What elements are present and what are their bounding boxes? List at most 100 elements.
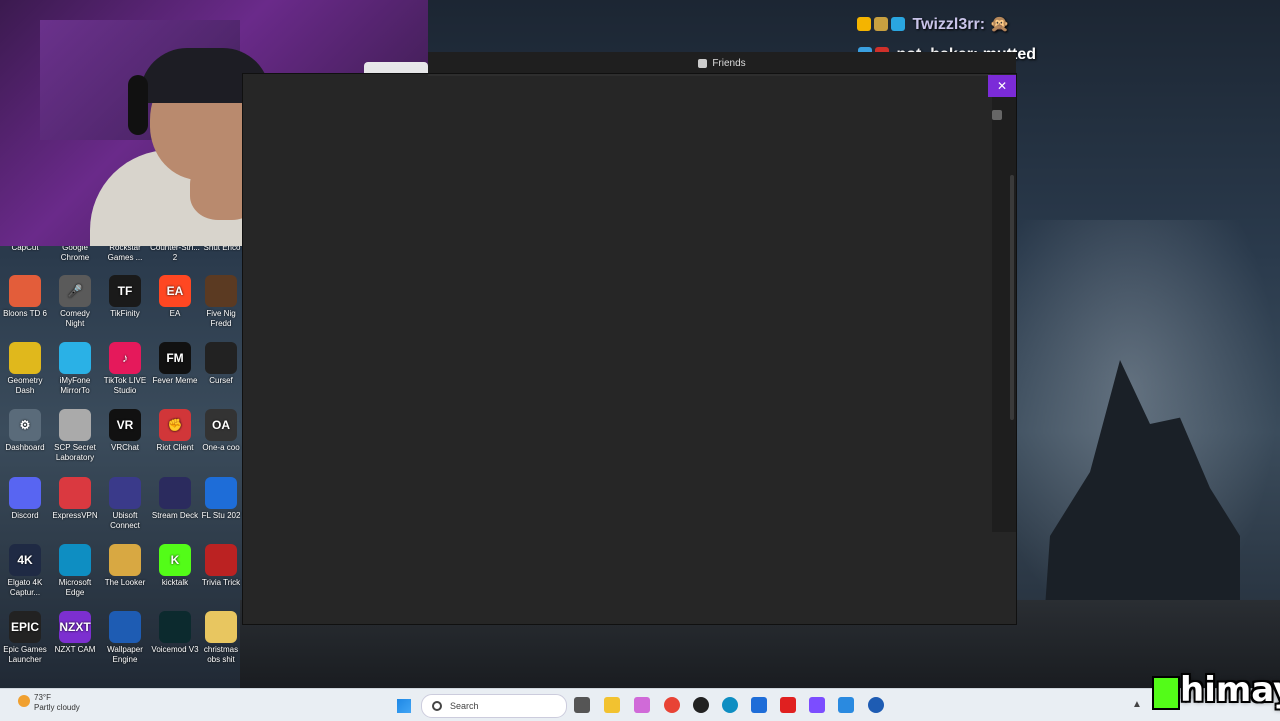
desktop-icon[interactable]: FM Fever Meme <box>150 342 200 386</box>
friends-window <box>243 74 1016 624</box>
store-icon[interactable] <box>751 697 767 713</box>
app-icon: TF <box>109 275 141 307</box>
desktop-icon[interactable]: christmas obs shit <box>200 611 242 665</box>
desktop-icon[interactable]: Five Nig Fredd <box>200 275 242 329</box>
app-icon <box>205 275 237 307</box>
desktop-icon[interactable]: Microsoft Edge <box>50 544 100 598</box>
desktop-icon[interactable]: Discord <box>0 477 50 521</box>
desktop-icon[interactable]: NZXT NZXT CAM <box>50 611 100 655</box>
desktop-icon-label: Discord <box>11 511 39 520</box>
start-button[interactable] <box>397 699 411 713</box>
kick-logo-icon <box>1152 676 1180 710</box>
desktop-icon-label: Stream Deck <box>151 511 199 520</box>
desktop-icon[interactable]: Kkicktalk <box>150 544 200 588</box>
desktop-icon-label: kicktalk <box>161 578 189 587</box>
window-titlebar[interactable]: Friends <box>428 52 1016 75</box>
app-icon: FM <box>159 342 191 374</box>
desktop-icon-label: NZXT CAM <box>54 645 96 654</box>
watermark-text: himay <box>1180 670 1280 710</box>
window-title: Friends <box>712 57 746 69</box>
desktop-icon-chrome[interactable]: Google Chrome <box>50 243 100 263</box>
desktop-icon[interactable]: VR VRChat <box>100 409 150 453</box>
desktop-icon[interactable]: EPIC Epic Games Launcher <box>0 611 50 665</box>
pin-icon[interactable] <box>992 110 1002 120</box>
discord-taskbar-icon[interactable] <box>809 697 825 713</box>
edge-icon[interactable] <box>722 697 738 713</box>
copilot-icon[interactable] <box>634 697 650 713</box>
desktop-icon[interactable]: ✊ Riot Client <box>150 409 200 453</box>
webcam-headset <box>128 75 148 135</box>
desktop-icon[interactable]: Geometry Dash <box>0 342 50 396</box>
app-icon <box>9 275 41 307</box>
obs-icon[interactable] <box>693 697 709 713</box>
desktop-icon[interactable]: ♪ TikTok LIVE Studio <box>100 342 150 396</box>
app-icon <box>59 342 91 374</box>
desktop-icon[interactable]: ⚙ Dashboard <box>0 409 50 453</box>
desktop-icon[interactable]: Bloons TD 6 <box>0 275 50 319</box>
scrollbar[interactable] <box>1010 175 1014 420</box>
youtube-icon[interactable] <box>780 697 796 713</box>
desktop-icon[interactable]: FL Stu 202 <box>200 477 242 521</box>
globe-icon[interactable] <box>868 697 884 713</box>
desktop-icon[interactable]: iMyFone MirrorTo <box>50 342 100 396</box>
crown-badge-icon <box>857 17 871 31</box>
desktop-icon-label: ExpressVPN <box>52 511 98 520</box>
desktop-icon[interactable]: Trivia Trick <box>200 544 242 588</box>
desktop-icon-rockstar[interactable]: Rockstar Games ... <box>100 243 150 263</box>
desktop-icon-label: Epic Games Launcher <box>3 645 47 664</box>
desktop-icon-label: One-a coo <box>202 443 240 452</box>
app-icon <box>205 477 237 509</box>
desktop-icon-label: Dashboard <box>5 443 45 452</box>
desktop-icon[interactable]: EA EA <box>150 275 200 319</box>
desktop-icon-label: Voicemod V3 <box>151 645 199 654</box>
app-icon <box>159 611 191 643</box>
app-icon <box>59 544 91 576</box>
chrome-icon[interactable] <box>664 697 680 713</box>
desktop-icon-label: TikTok LIVE Studio <box>103 376 147 395</box>
task-view-icon[interactable] <box>574 697 590 713</box>
app-icon <box>109 611 141 643</box>
desktop-icon-label: Riot Client <box>156 443 194 452</box>
app-icon <box>9 477 41 509</box>
desktop-icon[interactable]: Wallpaper Engine <box>100 611 150 665</box>
desktop-icon[interactable]: The Looker <box>100 544 150 588</box>
desktop-icon[interactable]: Cursef <box>200 342 242 386</box>
desktop-icon-label: SCP Secret Laboratory <box>54 443 96 462</box>
taskbar-search[interactable]: Search <box>421 694 567 718</box>
desktop-icon[interactable]: TF TikFinity <box>100 275 150 319</box>
sub-badge-icon <box>874 17 888 31</box>
desktop-icon-label: TikFinity <box>110 309 140 318</box>
download-icon[interactable] <box>838 697 854 713</box>
chat-message: Twizzl3rr: 🙊 <box>857 14 1009 34</box>
desktop-icon-label: FL Stu 202 <box>201 511 241 520</box>
app-icon: ♪ <box>109 342 141 374</box>
desktop-icon-label: Microsoft Edge <box>58 578 92 597</box>
close-button[interactable]: ✕ <box>988 75 1016 97</box>
desktop-icon[interactable]: Ubisoft Connect <box>100 477 150 531</box>
app-icon: EA <box>159 275 191 307</box>
desktop-icon-counter-strike[interactable]: Counter-Stri... 2 <box>150 243 200 263</box>
desktop-icon[interactable]: 4K Elgato 4K Captur... <box>0 544 50 598</box>
app-icon <box>59 477 91 509</box>
desktop-icon[interactable]: Stream Deck <box>150 477 200 521</box>
weather-widget[interactable]: 73°F Partly cloudy <box>8 693 80 713</box>
desktop-icon[interactable]: ExpressVPN <box>50 477 100 521</box>
desktop-icon[interactable]: 🎤 Comedy Night <box>50 275 100 329</box>
desktop-icon-label: The Looker <box>104 578 146 587</box>
desktop-icon[interactable]: OA One-a coo <box>200 409 242 453</box>
desktop-icon-label: Fever Meme <box>152 376 198 385</box>
desktop-icon-label: VRChat <box>110 443 139 452</box>
app-icon: 🎤 <box>59 275 91 307</box>
desktop-icon[interactable]: Voicemod V3 <box>150 611 200 655</box>
desktop-icon[interactable]: SCP Secret Laboratory <box>50 409 100 463</box>
desktop-icon-label: Ubisoft Connect <box>110 511 140 530</box>
file-explorer-icon[interactable] <box>604 697 620 713</box>
tray-chevron-up-icon[interactable]: ▲ <box>1132 699 1142 710</box>
search-placeholder: Search <box>450 701 479 711</box>
cube-badge-icon <box>891 17 905 31</box>
app-icon <box>109 544 141 576</box>
desktop-icon-label: iMyFone MirrorTo <box>59 376 91 395</box>
app-icon <box>205 342 237 374</box>
app-icon: 4K <box>9 544 41 576</box>
close-icon: ✕ <box>996 79 1008 93</box>
